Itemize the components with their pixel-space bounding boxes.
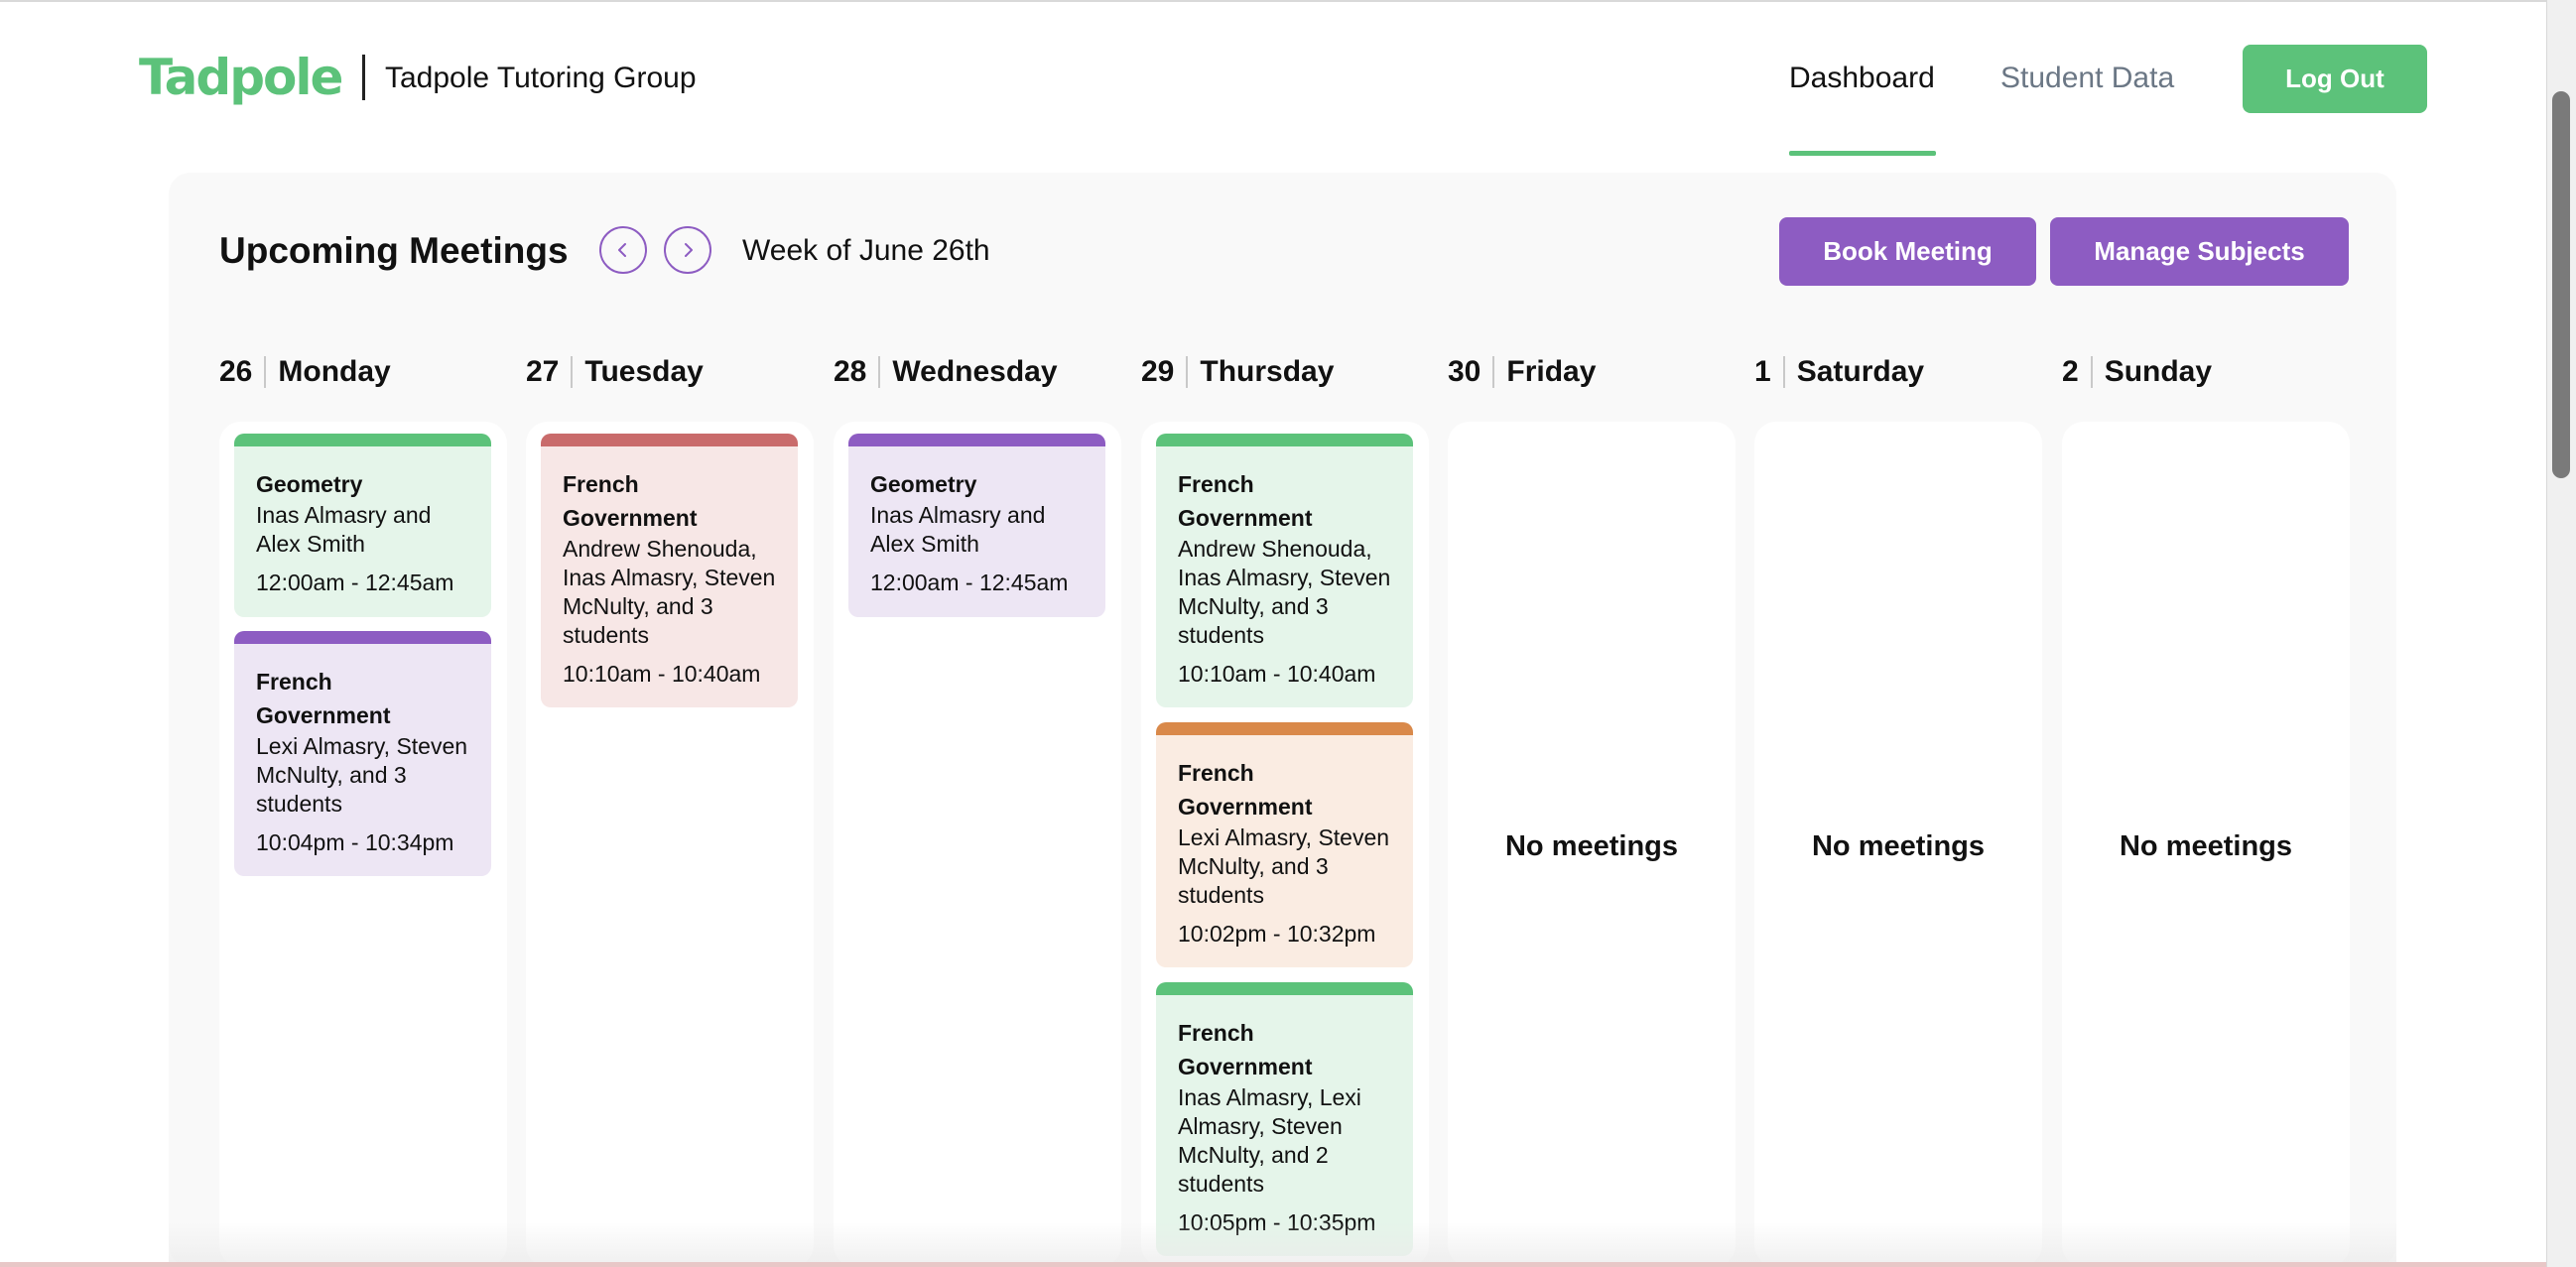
- day-header-divider: [1186, 356, 1189, 388]
- organization-name: Tadpole Tutoring Group: [385, 62, 697, 94]
- chevron-left-icon: [618, 243, 626, 257]
- day-name: Thursday: [1200, 355, 1335, 388]
- meeting-card[interactable]: French Government Lexi Almasry, Steven M…: [234, 631, 491, 876]
- day-header-sunday: 2 Sunday: [2062, 352, 2212, 392]
- day-number: 28: [834, 355, 867, 388]
- nav-dashboard[interactable]: Dashboard: [1789, 56, 1935, 101]
- card-color-bar: [848, 434, 1105, 446]
- day-header-monday: 26 Monday: [219, 352, 391, 392]
- day-number: 1: [1754, 355, 1771, 388]
- day-name: Wednesday: [892, 355, 1058, 388]
- meeting-attendees: Lexi Almasry, Steven McNulty, and 3 stud…: [256, 733, 468, 817]
- day-header-divider: [2090, 356, 2093, 388]
- nav-active-indicator: [1789, 151, 1936, 156]
- meeting-subject: French Government: [563, 471, 698, 531]
- chevron-right-icon: [685, 243, 693, 257]
- meeting-subject: French Government: [1178, 760, 1313, 820]
- card-color-bar: [234, 434, 491, 446]
- meeting-card[interactable]: French Government Inas Almasry, Lexi Alm…: [1156, 982, 1413, 1256]
- meeting-time: 10:02pm - 10:32pm: [1178, 921, 1376, 947]
- day-number: 27: [526, 355, 560, 388]
- day-header-divider: [878, 356, 881, 388]
- book-meeting-button[interactable]: Book Meeting: [1779, 217, 2036, 286]
- day-header-friday: 30 Friday: [1448, 352, 1596, 392]
- tadpole-logo[interactable]: Tadpole: [139, 48, 343, 107]
- meeting-card[interactable]: French Government Lexi Almasry, Steven M…: [1156, 722, 1413, 967]
- meeting-card[interactable]: Geometry Inas Almasry and Alex Smith 12:…: [234, 434, 491, 617]
- prev-week-button[interactable]: [599, 226, 647, 274]
- meeting-time: 10:10am - 10:40am: [1178, 661, 1376, 687]
- meeting-subject: French Government: [1178, 471, 1313, 531]
- logo-divider: [362, 55, 365, 100]
- day-name: Monday: [278, 355, 391, 388]
- no-meetings-label: No meetings: [1504, 830, 1679, 862]
- day-header-divider: [1782, 356, 1785, 388]
- day-column-saturday: No meetings: [1754, 422, 2042, 1267]
- meeting-card[interactable]: Geometry Inas Almasry and Alex Smith 12:…: [848, 434, 1105, 617]
- manage-subjects-button[interactable]: Manage Subjects: [2050, 217, 2349, 286]
- meeting-subject: French Government: [256, 669, 391, 728]
- scrollbar-thumb[interactable]: [2552, 91, 2570, 478]
- day-number: 30: [1448, 355, 1481, 388]
- day-column-wednesday: Geometry Inas Almasry and Alex Smith 12:…: [834, 422, 1121, 1267]
- card-color-bar: [541, 434, 798, 446]
- day-column-friday: No meetings: [1448, 422, 1736, 1267]
- window-bottom-border: [0, 1262, 2546, 1267]
- day-column-sunday: No meetings: [2062, 422, 2350, 1267]
- meeting-subject: Geometry: [870, 471, 977, 497]
- meeting-subject: French Government: [1178, 1020, 1313, 1079]
- meeting-attendees: Andrew Shenouda, Inas Almasry, Steven Mc…: [1178, 536, 1391, 648]
- day-header-divider: [571, 356, 574, 388]
- day-name: Saturday: [1796, 355, 1925, 388]
- meeting-card[interactable]: French Government Andrew Shenouda, Inas …: [1156, 434, 1413, 707]
- day-header-divider: [1492, 356, 1495, 388]
- day-column-thursday: French Government Andrew Shenouda, Inas …: [1141, 422, 1429, 1267]
- card-color-bar: [234, 631, 491, 644]
- no-meetings-label: No meetings: [1811, 830, 1986, 862]
- day-number: 29: [1141, 355, 1175, 388]
- meeting-subject: Geometry: [256, 471, 363, 497]
- meeting-time: 10:04pm - 10:34pm: [256, 829, 454, 855]
- card-color-bar: [1156, 434, 1413, 446]
- no-meetings-label: No meetings: [2119, 830, 2293, 862]
- logo-wordmark: Tadpole: [139, 49, 343, 106]
- day-number: 2: [2062, 355, 2079, 388]
- day-name: Tuesday: [584, 355, 704, 388]
- window-top-border: [0, 0, 2546, 2]
- card-color-bar: [1156, 722, 1413, 735]
- day-header-wednesday: 28 Wednesday: [834, 352, 1058, 392]
- next-week-button[interactable]: [664, 226, 711, 274]
- meeting-time: 12:00am - 12:45am: [256, 570, 454, 595]
- panel-bottom-shadow: [169, 1222, 2396, 1267]
- day-name: Friday: [1506, 355, 1597, 388]
- day-name: Sunday: [2104, 355, 2213, 388]
- meeting-attendees: Andrew Shenouda, Inas Almasry, Steven Mc…: [563, 536, 776, 648]
- day-header-tuesday: 27 Tuesday: [526, 352, 704, 392]
- day-column-tuesday: French Government Andrew Shenouda, Inas …: [526, 422, 814, 1267]
- week-label: Week of June 26th: [742, 234, 990, 267]
- meeting-time: 12:00am - 12:45am: [870, 570, 1069, 595]
- meeting-attendees: Lexi Almasry, Steven McNulty, and 3 stud…: [1178, 824, 1390, 908]
- day-header-thursday: 29 Thursday: [1141, 352, 1334, 392]
- nav-student-data[interactable]: Student Data: [2000, 56, 2174, 101]
- card-color-bar: [1156, 982, 1413, 995]
- day-column-monday: Geometry Inas Almasry and Alex Smith 12:…: [219, 422, 507, 1267]
- meeting-time: 10:10am - 10:40am: [563, 661, 761, 687]
- day-number: 26: [219, 355, 253, 388]
- day-header-saturday: 1 Saturday: [1754, 352, 1924, 392]
- page-title: Upcoming Meetings: [219, 230, 569, 271]
- meeting-card[interactable]: French Government Andrew Shenouda, Inas …: [541, 434, 798, 707]
- meeting-attendees: Inas Almasry and Alex Smith: [870, 502, 1046, 557]
- meeting-attendees: Inas Almasry, Lexi Almasry, Steven McNul…: [1178, 1084, 1361, 1197]
- meeting-attendees: Inas Almasry and Alex Smith: [256, 502, 432, 557]
- day-header-divider: [264, 356, 267, 388]
- logout-button[interactable]: Log Out: [2243, 45, 2427, 113]
